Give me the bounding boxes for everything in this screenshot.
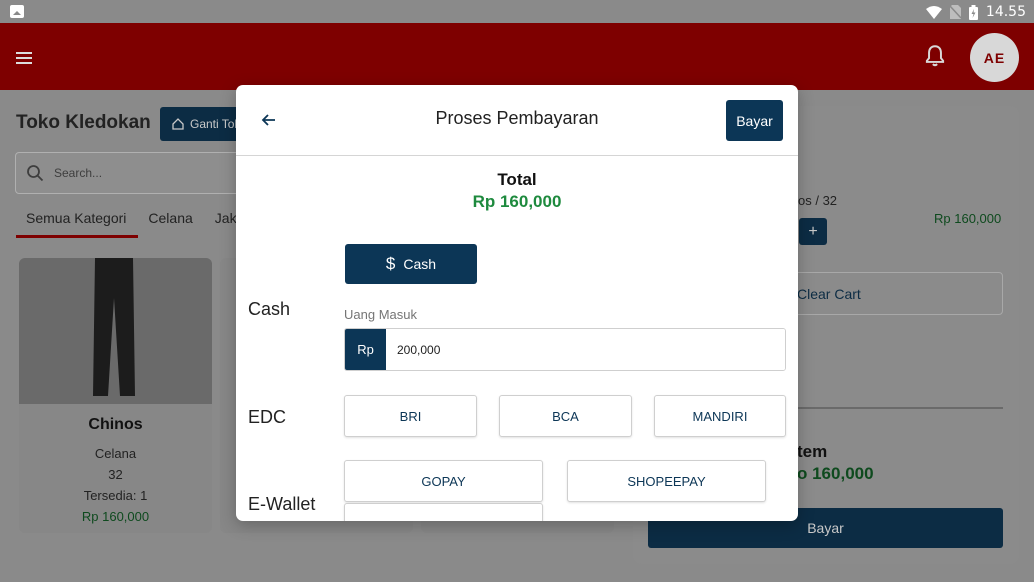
search-placeholder: Search... [54,166,103,180]
cash-method-button[interactable]: $ Cash [345,244,477,284]
product-card[interactable]: Chinos Celana 32 Tersedia: 1 Rp 160,000 [19,258,212,533]
product-price: Rp 160,000 [81,509,150,524]
amount-received-label: Uang Masuk [344,307,417,322]
cash-section-label: Cash [248,299,291,319]
status-bar: 14.55 [0,0,1034,23]
total-amount: Rp 160,000 [472,192,562,211]
amount-received-field[interactable]: Rp [344,328,786,371]
user-avatar[interactable]: AE [970,33,1019,82]
edc-mandiri-button[interactable]: MANDIRI [654,395,786,437]
ewallet-section-label: E-Wallet [248,494,316,514]
increase-quantity-button[interactable]: + [799,218,827,245]
pay-button[interactable]: Bayar [726,100,783,141]
store-name: Toko Kledokan [16,112,151,133]
cart-total: o 160,000 [797,464,874,483]
dialog-title: Proses Pembayaran [435,108,599,128]
image-notification-icon [10,5,24,18]
currency-prefix: Rp [345,329,386,370]
product-category: Celana [94,446,137,461]
no-sim-icon [949,5,961,19]
ewallet-gopay-button[interactable]: GOPAY [344,460,543,502]
cart-item-price: Rp 160,000 [934,211,1002,226]
edc-section-label: EDC [248,407,287,427]
app-bar: AE [0,23,1034,90]
clock: 14.55 [985,4,1026,20]
notification-bell-icon[interactable] [922,43,948,69]
edc-bca-button[interactable]: BCA [499,395,632,437]
clear-cart-button[interactable]: Clear Cart [780,272,1003,315]
payment-dialog: Proses Pembayaran Bayar Total Rp 160,000… [236,85,798,521]
trousers-image [93,258,135,396]
category-tabs: Semua Kategori Celana Jake [16,210,256,238]
total-label: Total [497,170,537,189]
battery-icon [968,4,978,20]
search-input[interactable]: Search... [15,152,245,194]
product-stock: Tersedia: 1 [83,488,148,503]
cart-divider [790,407,1003,409]
dollar-icon: $ [385,254,396,273]
switch-store-label: Ganti Tok [190,117,241,131]
dialog-header: Proses Pembayaran Bayar [236,85,798,156]
status-indicators: 14.55 [925,3,1026,21]
product-size: 32 [108,467,123,482]
cash-method-label: Cash [403,256,437,272]
tab-celana[interactable]: Celana [138,210,204,238]
home-icon [172,118,184,130]
hamburger-menu-icon[interactable] [16,52,32,64]
tab-all-categories[interactable]: Semua Kategori [16,210,139,238]
ewallet-option-button[interactable] [344,503,543,521]
edc-bri-button[interactable]: BRI [344,395,477,437]
search-icon [27,165,44,182]
cart-items-label: tem [797,442,828,461]
ewallet-shopeepay-button[interactable]: SHOPEEPAY [567,460,766,502]
wifi-icon [925,5,942,19]
cart-item-variant: os / 32 [798,193,838,208]
product-photo [19,258,212,404]
amount-received-input[interactable] [386,329,785,370]
product-name: Chinos [88,416,143,433]
